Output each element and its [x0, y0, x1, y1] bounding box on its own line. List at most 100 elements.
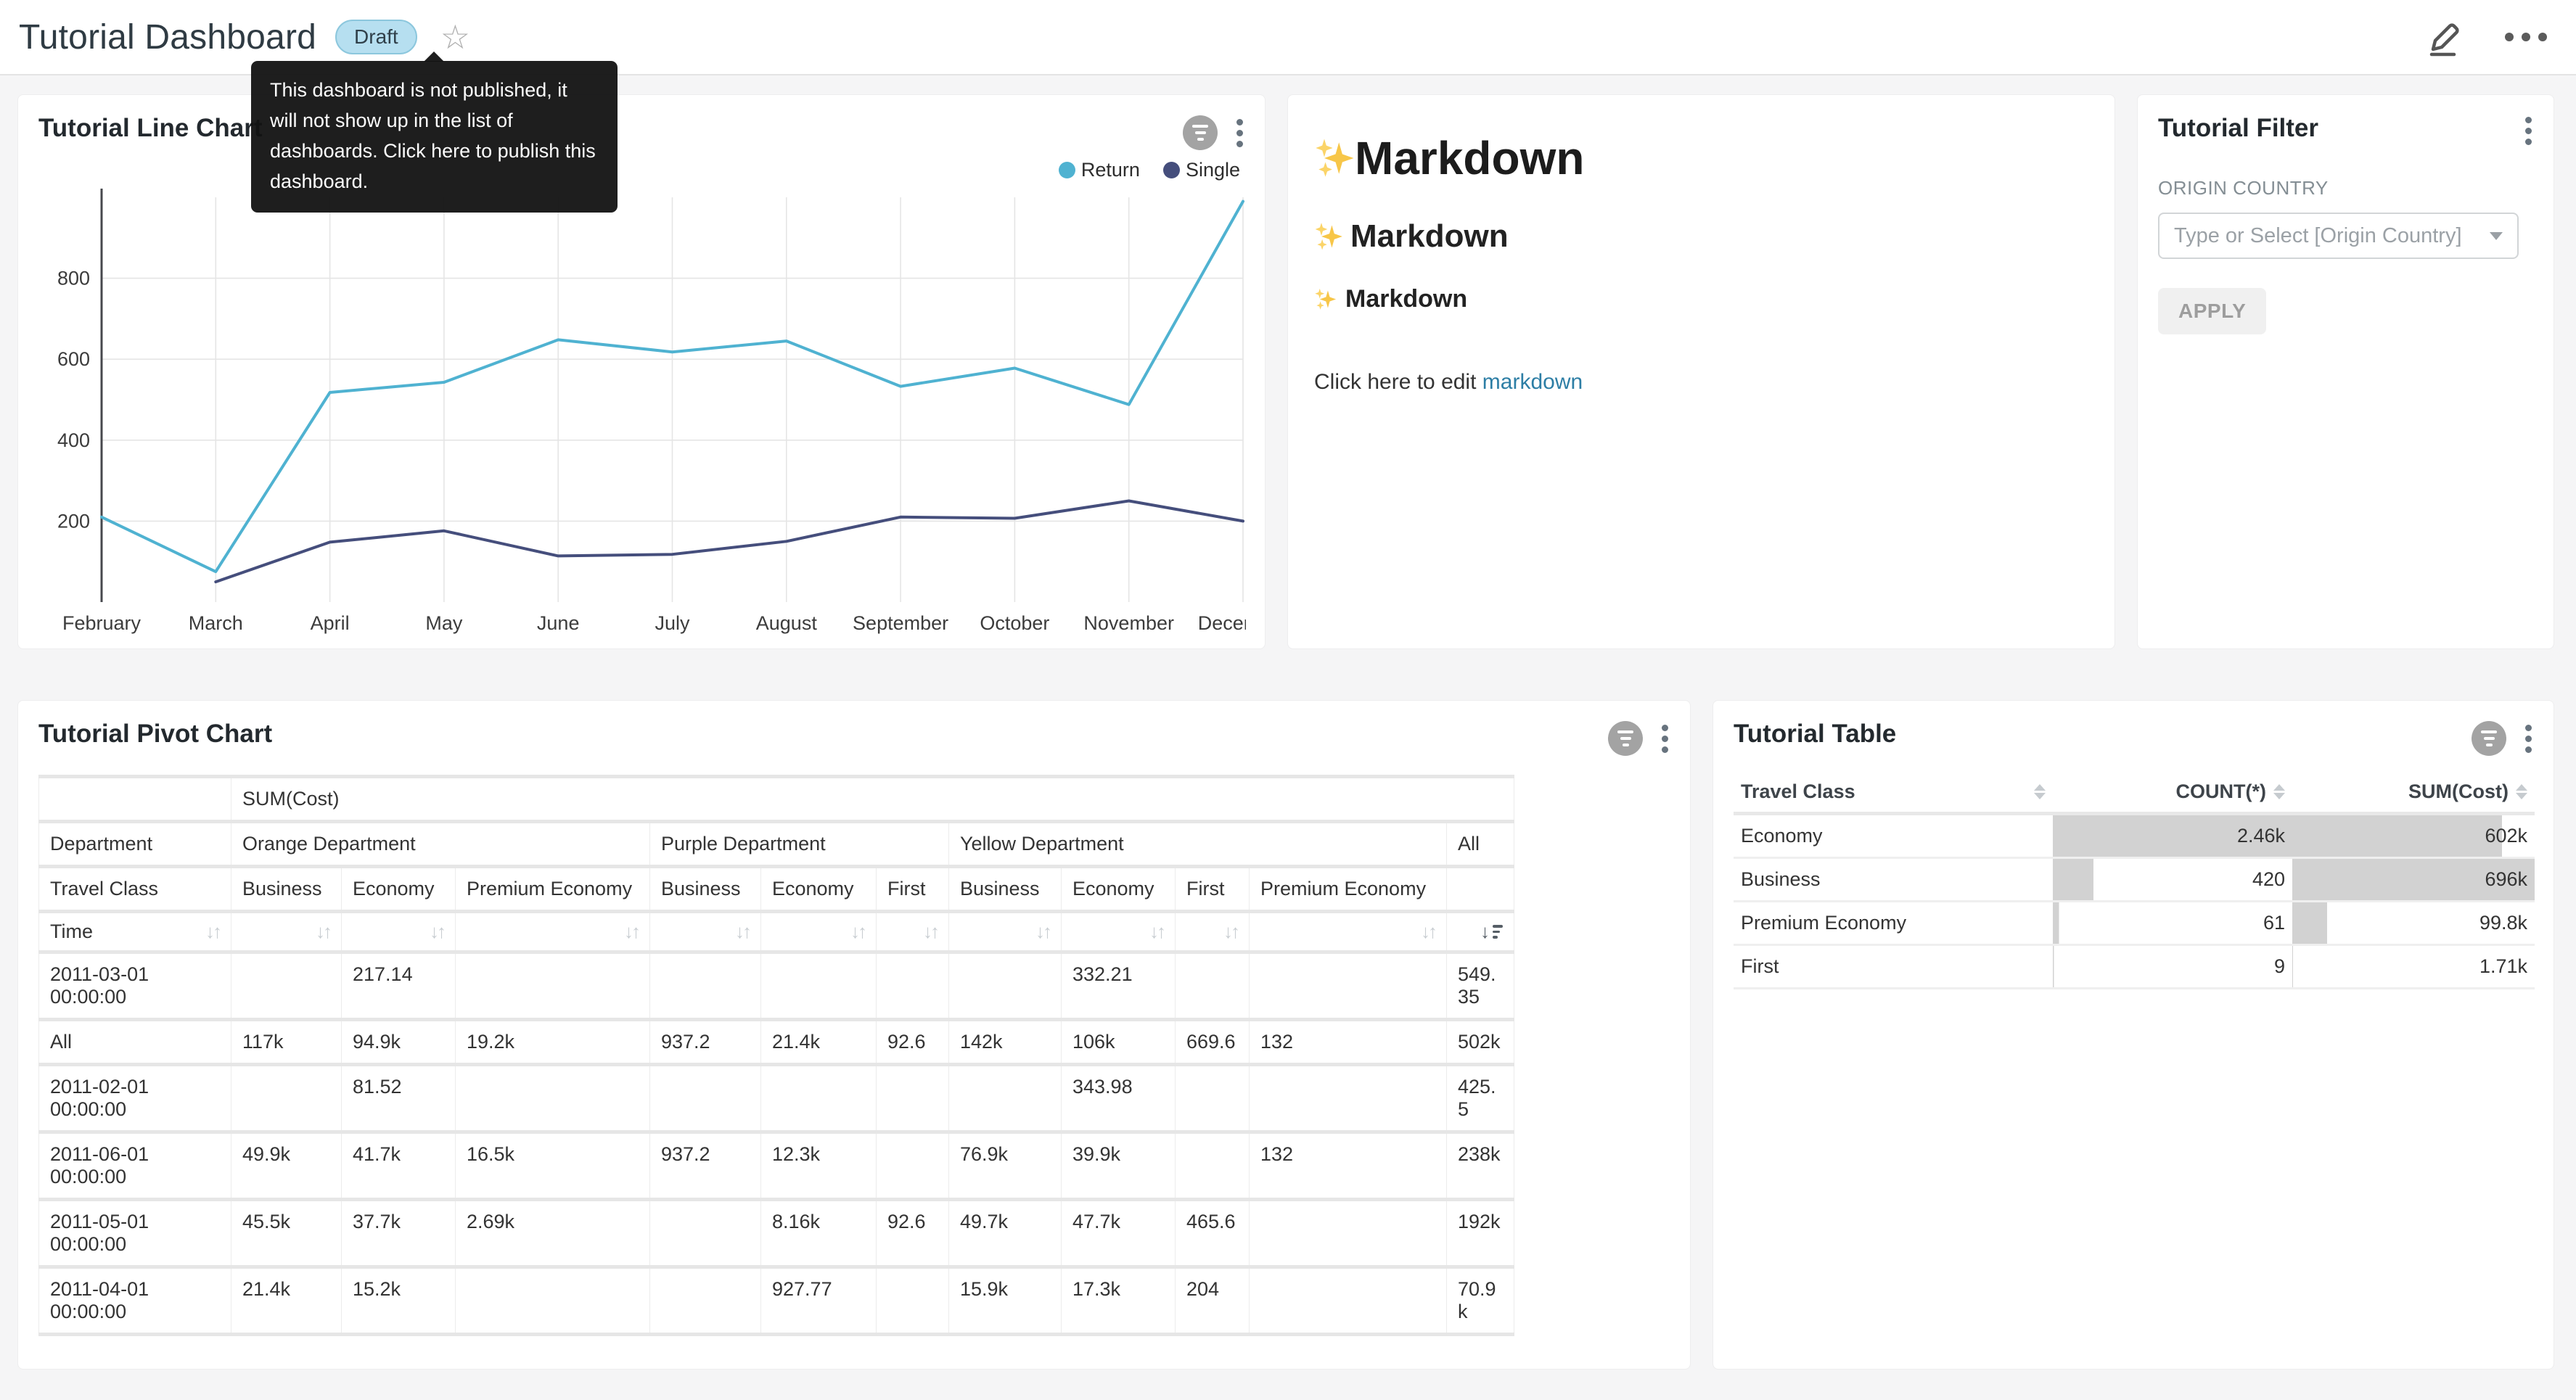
pivot-value-cell: 47.7k: [1062, 1200, 1176, 1267]
count-cell: 2.46k: [2053, 814, 2292, 858]
pivot-value-cell: [231, 952, 342, 1020]
x-axis-tick: December: [1198, 612, 1246, 634]
chart-kebab-menu-icon[interactable]: [1234, 118, 1246, 149]
line-chart: 200400600800FebruaryMarchAprilMayJuneJul…: [38, 187, 1246, 643]
pivot-value-cell: [877, 1267, 949, 1335]
sort-icon[interactable]: ↓↑: [850, 921, 865, 943]
draft-badge[interactable]: Draft: [335, 20, 417, 55]
pivot-col-header: Premium Economy: [1250, 867, 1447, 912]
origin-country-select[interactable]: Type or Select [Origin Country]: [2158, 213, 2519, 259]
x-axis-tick: September: [853, 612, 948, 634]
y-axis-tick: 800: [57, 268, 90, 289]
sum-cell: 696k: [2292, 858, 2535, 902]
filter-kebab-menu-icon[interactable]: [2522, 115, 2535, 147]
y-axis-tick: 200: [57, 510, 90, 532]
pivot-value-cell: 425.5: [1447, 1065, 1514, 1132]
sort-icon[interactable]: ↓↑: [316, 921, 330, 943]
markdown-h1-text: Markdown: [1355, 131, 1584, 185]
pivot-col-header: Business: [949, 867, 1062, 912]
markdown-h3-text: Markdown: [1345, 285, 1467, 313]
sparkles-icon: [1314, 222, 1343, 251]
pivot-time-cell: 2011-04-01 00:00:00: [39, 1267, 231, 1335]
pivot-value-cell: 2.69k: [456, 1200, 650, 1267]
pivot-row-header: Department: [39, 822, 231, 867]
sort-icon[interactable]: ↓↑: [1421, 921, 1435, 943]
pivot-metric-header: SUM(Cost): [231, 777, 1514, 822]
pivot-sort-cell: ↓↑: [1176, 912, 1250, 952]
sort-icon[interactable]: ↓↑: [205, 921, 220, 943]
applied-filters-icon[interactable]: [2472, 721, 2506, 756]
table-header-row: Travel Class COUNT(*) SUM(Cost): [1734, 772, 2535, 814]
legend-item-single[interactable]: Single: [1163, 159, 1240, 181]
markdown-h2-text: Markdown: [1350, 218, 1509, 255]
chart-legend: Return Single: [18, 159, 1265, 181]
pivot-value-cell: [456, 1065, 650, 1132]
pivot-value-cell: 132: [1250, 1020, 1447, 1065]
pivot-col-group: All: [1447, 822, 1514, 867]
applied-filters-icon[interactable]: [1183, 115, 1218, 150]
pivot-value-cell: [1250, 1065, 1447, 1132]
travel-class-cell: First: [1734, 945, 2053, 989]
pivot-sort-cell: ↓↑: [877, 912, 949, 952]
panel-tutorial-table: Tutorial Table Travel Class COUNT(*) SUM…: [1712, 700, 2554, 1370]
apply-button[interactable]: APPLY: [2158, 288, 2266, 334]
pivot-col-header: Economy: [342, 867, 456, 912]
pivot-time-cell: All: [39, 1020, 231, 1065]
pivot-sort-cell: ↓↑: [456, 912, 650, 952]
sort-icon[interactable]: ↓↑: [735, 921, 750, 943]
table-kebab-menu-icon[interactable]: [2522, 723, 2535, 754]
sum-cell: 602k: [2292, 814, 2535, 858]
favorite-star-icon[interactable]: ☆: [440, 20, 470, 54]
pivot-value-cell: 204: [1176, 1267, 1250, 1335]
sort-icon[interactable]: ↓↑: [430, 921, 444, 943]
pivot-value-cell: 21.4k: [761, 1020, 877, 1065]
line-series-single[interactable]: [216, 501, 1243, 582]
pivot-kebab-menu-icon[interactable]: [1659, 723, 1671, 754]
panel-tutorial-line-chart: Tutorial Line Chart Return Single 200400…: [17, 94, 1266, 649]
pivot-value-cell: 12.3k: [761, 1132, 877, 1200]
pivot-value-cell: [761, 1065, 877, 1132]
pivot-col-header: First: [877, 867, 949, 912]
pivot-data-row: 2011-04-01 00:00:0021.4k15.2k927.7715.9k…: [39, 1267, 1514, 1335]
table-row: Business 420 696k: [1734, 858, 2535, 902]
pivot-col-header: Economy: [761, 867, 877, 912]
pivot-sort-cell: ↓↑: [231, 912, 342, 952]
sort-icon[interactable]: ↓↑: [1223, 921, 1238, 943]
pivot-value-cell: [1176, 952, 1250, 1020]
col-header-count[interactable]: COUNT(*): [2053, 772, 2292, 814]
pivot-value-cell: 927.77: [761, 1267, 877, 1335]
edit-pencil-icon[interactable]: [2427, 17, 2464, 57]
sort-desc-icon[interactable]: ↓: [1480, 921, 1503, 943]
publish-tooltip: This dashboard is not published, it will…: [251, 61, 618, 213]
table-row: Economy 2.46k 602k: [1734, 814, 2535, 858]
more-menu-icon[interactable]: [2505, 33, 2547, 41]
sort-icon[interactable]: ↓↑: [1035, 921, 1050, 943]
legend-dot-icon: [1163, 162, 1180, 178]
sort-icon[interactable]: ↓↑: [624, 921, 639, 943]
pivot-value-cell: 15.2k: [342, 1267, 456, 1335]
markdown-h3: Markdown: [1314, 285, 2088, 313]
sparkles-icon: [1314, 138, 1355, 178]
col-header-sum-cost[interactable]: SUM(Cost): [2292, 772, 2535, 814]
pivot-time-cell: 2011-05-01 00:00:00: [39, 1200, 231, 1267]
pivot-value-cell: 332.21: [1062, 952, 1176, 1020]
filter-panel-title: Tutorial Filter: [2158, 114, 2318, 143]
pivot-data-row: 2011-03-01 00:00:00217.14332.21549.35: [39, 952, 1514, 1020]
x-axis-tick: June: [537, 612, 580, 634]
applied-filters-icon[interactable]: [1608, 721, 1643, 756]
table-row: First 9 1.71k: [1734, 945, 2535, 989]
legend-label: Single: [1186, 159, 1240, 181]
pivot-col-header: Premium Economy: [456, 867, 650, 912]
sort-icon[interactable]: ↓↑: [1149, 921, 1164, 943]
pivot-value-cell: [650, 1065, 761, 1132]
pivot-value-cell: 16.5k: [456, 1132, 650, 1200]
legend-item-return[interactable]: Return: [1059, 159, 1140, 181]
pivot-value-cell: 70.9k: [1447, 1267, 1514, 1335]
sort-icon[interactable]: ↓↑: [923, 921, 938, 943]
markdown-edit-link[interactable]: markdown: [1482, 370, 1583, 394]
count-cell: 9: [2053, 945, 2292, 989]
col-header-travel-class[interactable]: Travel Class: [1734, 772, 2053, 814]
pivot-value-cell: 132: [1250, 1132, 1447, 1200]
pivot-value-cell: [761, 952, 877, 1020]
pivot-value-cell: [1250, 1267, 1447, 1335]
